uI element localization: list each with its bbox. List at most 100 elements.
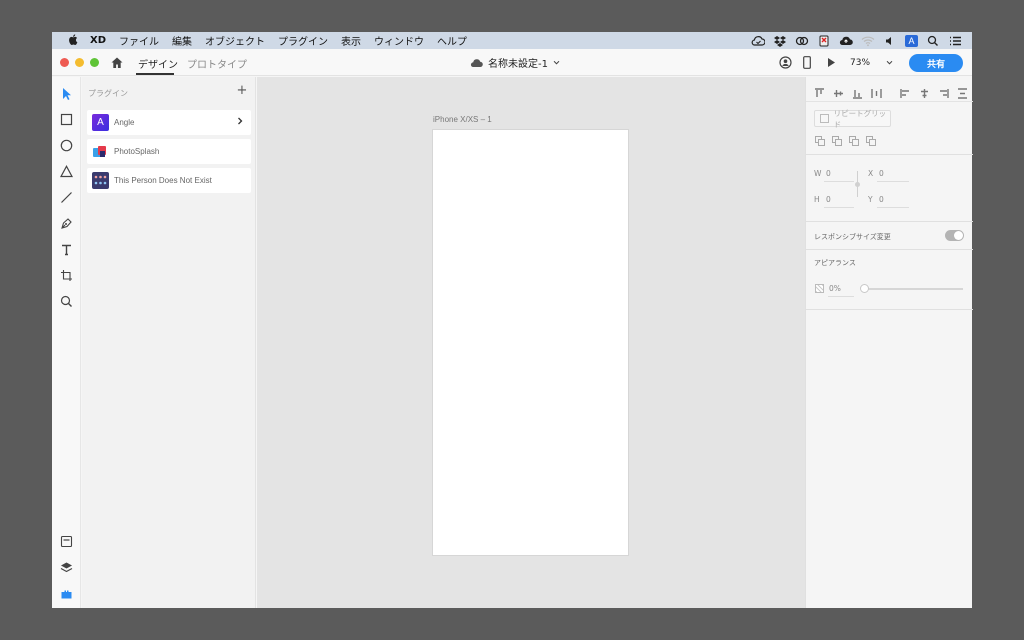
plugin-item-photosplash[interactable]: PhotoSplash	[87, 139, 251, 164]
line-tool-icon[interactable]	[59, 190, 74, 205]
apple-icon[interactable]	[66, 33, 80, 48]
divider	[806, 221, 973, 222]
align-toolbar	[806, 77, 973, 102]
align-left-icon[interactable]	[900, 84, 911, 98]
home-icon[interactable]	[110, 55, 124, 69]
layers-panel-icon[interactable]	[59, 560, 74, 575]
text-tool-icon[interactable]	[59, 242, 74, 257]
plugins-panel: プラグイン + A Angle PhotoSplash This Person …	[82, 77, 256, 608]
tool-rail	[52, 77, 81, 608]
design-canvas[interactable]: iPhone X/XS – 1	[257, 77, 805, 608]
zoom-chevron-down-icon[interactable]	[884, 49, 894, 76]
pen-tool-icon[interactable]	[59, 216, 74, 231]
aspect-lock-icon[interactable]	[855, 182, 860, 187]
divider	[806, 249, 973, 250]
menu-view[interactable]: 表示	[341, 33, 361, 48]
creative-cloud-sync-icon[interactable]	[751, 35, 765, 47]
spotlight-icon[interactable]	[926, 35, 940, 47]
title-bar: デザイン プロトタイプ 名称未設定-1 73% 共有	[52, 49, 972, 76]
opacity-field[interactable]: 0%	[829, 284, 841, 293]
menu-object[interactable]: オブジェクト	[205, 33, 265, 48]
x-field[interactable]: 0	[879, 169, 884, 178]
divider	[806, 154, 973, 155]
cloud-icon	[470, 58, 483, 67]
notification-icon[interactable]	[817, 35, 831, 47]
add-boolean-icon[interactable]	[815, 136, 826, 147]
distribute-vertical-icon[interactable]	[957, 84, 968, 99]
add-plugin-button[interactable]: +	[235, 83, 249, 98]
minimize-window-button[interactable]	[75, 58, 84, 67]
divider	[806, 309, 973, 310]
menu-app-xd[interactable]: XD	[90, 35, 106, 46]
volume-icon[interactable]	[883, 35, 897, 47]
plugin-name: This Person Does Not Exist	[114, 176, 212, 185]
document-title-text: 名称未設定-1	[488, 59, 548, 70]
x-field-underline	[877, 181, 909, 182]
notification-center-icon[interactable]	[948, 35, 962, 47]
align-top-icon[interactable]	[814, 84, 825, 97]
cloud-upload-icon[interactable]	[839, 35, 853, 47]
plugin-name: PhotoSplash	[114, 147, 160, 156]
active-tab-indicator	[136, 73, 174, 75]
assets-panel-icon[interactable]	[59, 534, 74, 549]
polygon-tool-icon[interactable]	[59, 164, 74, 179]
width-field[interactable]: 0	[826, 169, 831, 178]
rectangle-tool-icon[interactable]	[59, 112, 74, 127]
responsive-resize-label: レスポンシブサイズ変更	[814, 233, 891, 241]
opacity-slider-handle[interactable]	[860, 284, 869, 293]
angle-plugin-icon: A	[92, 114, 109, 131]
appearance-header: アピアランス	[814, 259, 856, 267]
select-tool-icon[interactable]	[59, 86, 74, 101]
artboard-tool-icon[interactable]	[59, 268, 74, 283]
intersect-boolean-icon[interactable]	[849, 136, 860, 147]
width-field-underline	[824, 181, 854, 182]
dropbox-icon[interactable]	[773, 35, 787, 47]
tab-design[interactable]: デザイン	[138, 56, 178, 71]
user-icon[interactable]	[777, 49, 793, 76]
zoom-level[interactable]: 73%	[850, 49, 870, 76]
align-bottom-icon[interactable]	[852, 84, 863, 99]
height-field[interactable]: 0	[826, 195, 831, 204]
align-middle-icon[interactable]	[833, 84, 844, 97]
document-title[interactable]: 名称未設定-1	[470, 55, 560, 70]
device-preview-icon[interactable]	[801, 49, 813, 76]
zoom-window-button[interactable]	[90, 58, 99, 67]
opacity-field-underline	[828, 296, 854, 297]
input-source-icon[interactable]: A	[905, 34, 918, 47]
ellipse-tool-icon[interactable]	[59, 138, 74, 153]
align-center-icon[interactable]	[919, 84, 930, 98]
repeat-grid-button[interactable]: リピートグリッド	[814, 108, 891, 129]
plugin-item-angle[interactable]: A Angle	[87, 110, 251, 135]
share-button[interactable]: 共有	[909, 54, 963, 72]
plugins-panel-icon[interactable]	[59, 586, 74, 601]
opacity-slider-track[interactable]	[863, 288, 963, 290]
repeat-grid-label: リピートグリッド	[833, 108, 887, 129]
status-area: A	[751, 34, 972, 47]
plugins-header: プラグイン	[88, 89, 128, 98]
menu-window[interactable]: ウィンドウ	[374, 33, 424, 48]
y-field[interactable]: 0	[879, 195, 884, 204]
responsive-resize-toggle[interactable]	[945, 230, 964, 241]
artboard[interactable]	[432, 129, 629, 556]
chevron-right-icon[interactable]	[237, 117, 243, 128]
plugin-item-this-person-does-not-exist[interactable]: This Person Does Not Exist	[87, 168, 251, 193]
wifi-icon[interactable]	[861, 35, 875, 47]
menu-plugins[interactable]: プラグイン	[278, 33, 328, 48]
artboard-label[interactable]: iPhone X/XS – 1	[433, 115, 492, 124]
creative-cloud-icon[interactable]	[795, 35, 809, 47]
subtract-boolean-icon[interactable]	[832, 136, 843, 147]
play-icon[interactable]	[825, 49, 837, 76]
menu-file[interactable]: ファイル	[119, 33, 159, 48]
close-window-button[interactable]	[60, 58, 69, 67]
exclude-boolean-icon[interactable]	[866, 136, 877, 147]
menu-edit[interactable]: 編集	[172, 33, 192, 48]
zoom-tool-icon[interactable]	[59, 294, 74, 309]
distribute-horizontal-icon[interactable]	[871, 84, 882, 98]
property-inspector: リピートグリッド W 0 H 0 X 0 Y 0 レスポンシブサイズ変更 アピア…	[805, 77, 973, 608]
width-label: W	[814, 169, 822, 178]
menu-help[interactable]: ヘルプ	[437, 33, 467, 48]
plugin-name: Angle	[114, 118, 135, 127]
boolean-ops	[815, 136, 877, 147]
align-right-icon[interactable]	[938, 84, 949, 98]
tab-prototype[interactable]: プロトタイプ	[187, 56, 247, 71]
